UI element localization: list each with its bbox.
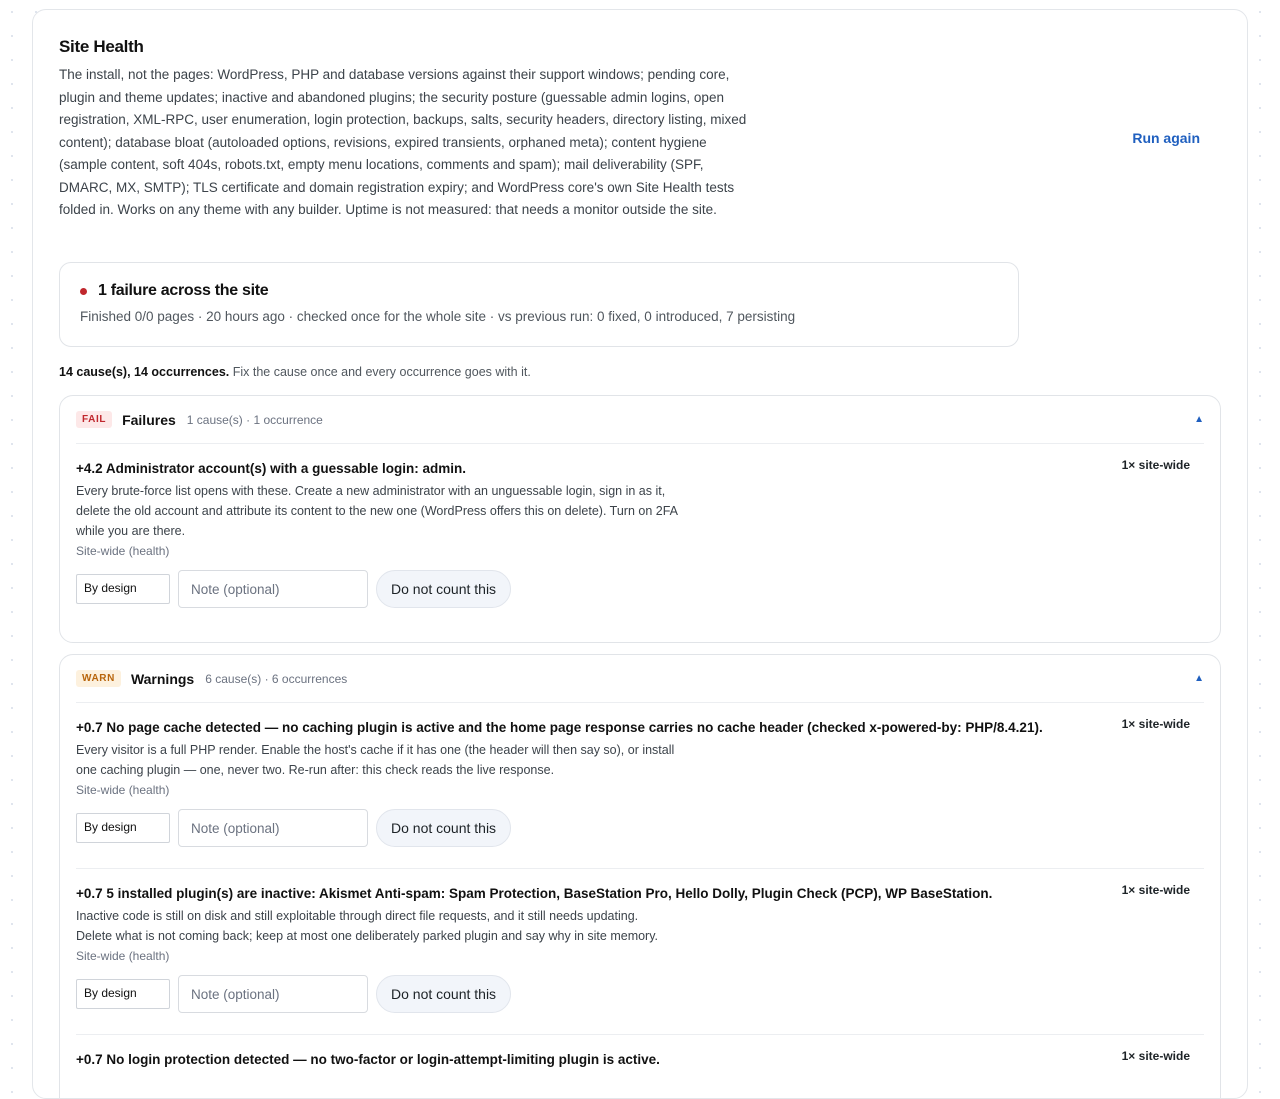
cause-scope: 1× site-wide (1121, 717, 1190, 731)
run-again-button[interactable]: Run again (1132, 130, 1200, 146)
cause-item: +0.7 5 installed plugin(s) are inactive:… (76, 869, 1204, 1035)
group-failures: FAIL Failures 1 cause(s) · 1 occurrence … (59, 395, 1221, 643)
group-meta: 6 cause(s) · 6 occurrences (205, 671, 348, 686)
cause-scope: 1× site-wide (1121, 1049, 1190, 1063)
cause-controls: By design Note (optional) Do not count t… (76, 809, 1204, 868)
group-header[interactable]: WARN Warnings 6 cause(s) · 6 occurrences… (76, 655, 1204, 703)
cause-location: Site-wide (health) (76, 949, 170, 963)
warn-badge: WARN (76, 670, 121, 687)
cause-item: +0.7 No page cache detected — no caching… (76, 703, 1204, 869)
failure-status-dot (80, 287, 87, 295)
cause-counts: 14 cause(s), 14 occurrences. Fix the cau… (59, 365, 531, 379)
group-meta: 1 cause(s) · 1 occurrence (186, 412, 323, 427)
reason-select[interactable]: By design (76, 813, 170, 843)
cause-item: +0.7 No login protection detected — no t… (76, 1035, 1204, 1069)
cause-title: +4.2 Administrator account(s) with a gue… (76, 461, 466, 476)
group-header[interactable]: FAIL Failures 1 cause(s) · 1 occurrence … (76, 396, 1204, 444)
note-input[interactable]: Note (optional) (178, 809, 368, 847)
cause-item: +4.2 Administrator account(s) with a gue… (76, 444, 1204, 642)
cause-scope: 1× site-wide (1121, 458, 1190, 472)
page-description: The install, not the pages: WordPress, P… (59, 67, 747, 217)
collapse-chevron-icon[interactable]: ▲ (1194, 414, 1204, 425)
cause-description: Inactive code is still on disk and still… (76, 909, 659, 943)
do-not-count-button[interactable]: Do not count this (376, 570, 512, 608)
summary-title: 1 failure across the site (98, 282, 269, 299)
page-title: Site Health (59, 37, 144, 56)
cause-scope: 1× site-wide (1121, 883, 1190, 897)
fail-badge: FAIL (76, 411, 113, 428)
summary-card: 1 failure across the site Finished 0/0 p… (59, 262, 1019, 347)
cause-description: Every visitor is a full PHP render. Enab… (76, 743, 675, 777)
cause-counts-bold: 14 cause(s), 14 occurrences. (59, 365, 230, 379)
cause-location: Site-wide (health) (76, 544, 170, 558)
cause-description: Every brute-force list opens with these.… (76, 484, 678, 538)
group-name: Warnings (130, 670, 195, 687)
cause-title: +0.7 No login protection detected — no t… (76, 1052, 660, 1067)
cause-title: +0.7 No page cache detected — no caching… (76, 720, 1043, 735)
cause-counts-text: Fix the cause once and every occurrence … (232, 365, 531, 379)
cause-controls: By design Note (optional) Do not count t… (76, 975, 1204, 1034)
reason-select[interactable]: By design (76, 574, 170, 604)
do-not-count-button[interactable]: Do not count this (376, 975, 512, 1013)
note-input[interactable]: Note (optional) (178, 975, 368, 1013)
summary-subtitle: Finished 0/0 pages · 20 hours ago · chec… (80, 309, 796, 324)
group-name: Failures (122, 411, 176, 428)
cause-location: Site-wide (health) (76, 783, 170, 797)
do-not-count-button[interactable]: Do not count this (376, 809, 512, 847)
cause-title: +0.7 5 installed plugin(s) are inactive:… (76, 886, 993, 901)
site-health-panel: Site Health The install, not the pages: … (32, 9, 1248, 1099)
cause-controls: By design Note (optional) Do not count t… (76, 570, 1204, 642)
reason-select[interactable]: By design (76, 979, 170, 1009)
collapse-chevron-icon[interactable]: ▲ (1194, 673, 1204, 684)
group-warnings: WARN Warnings 6 cause(s) · 6 occurrences… (59, 654, 1221, 1098)
note-input[interactable]: Note (optional) (178, 570, 368, 608)
